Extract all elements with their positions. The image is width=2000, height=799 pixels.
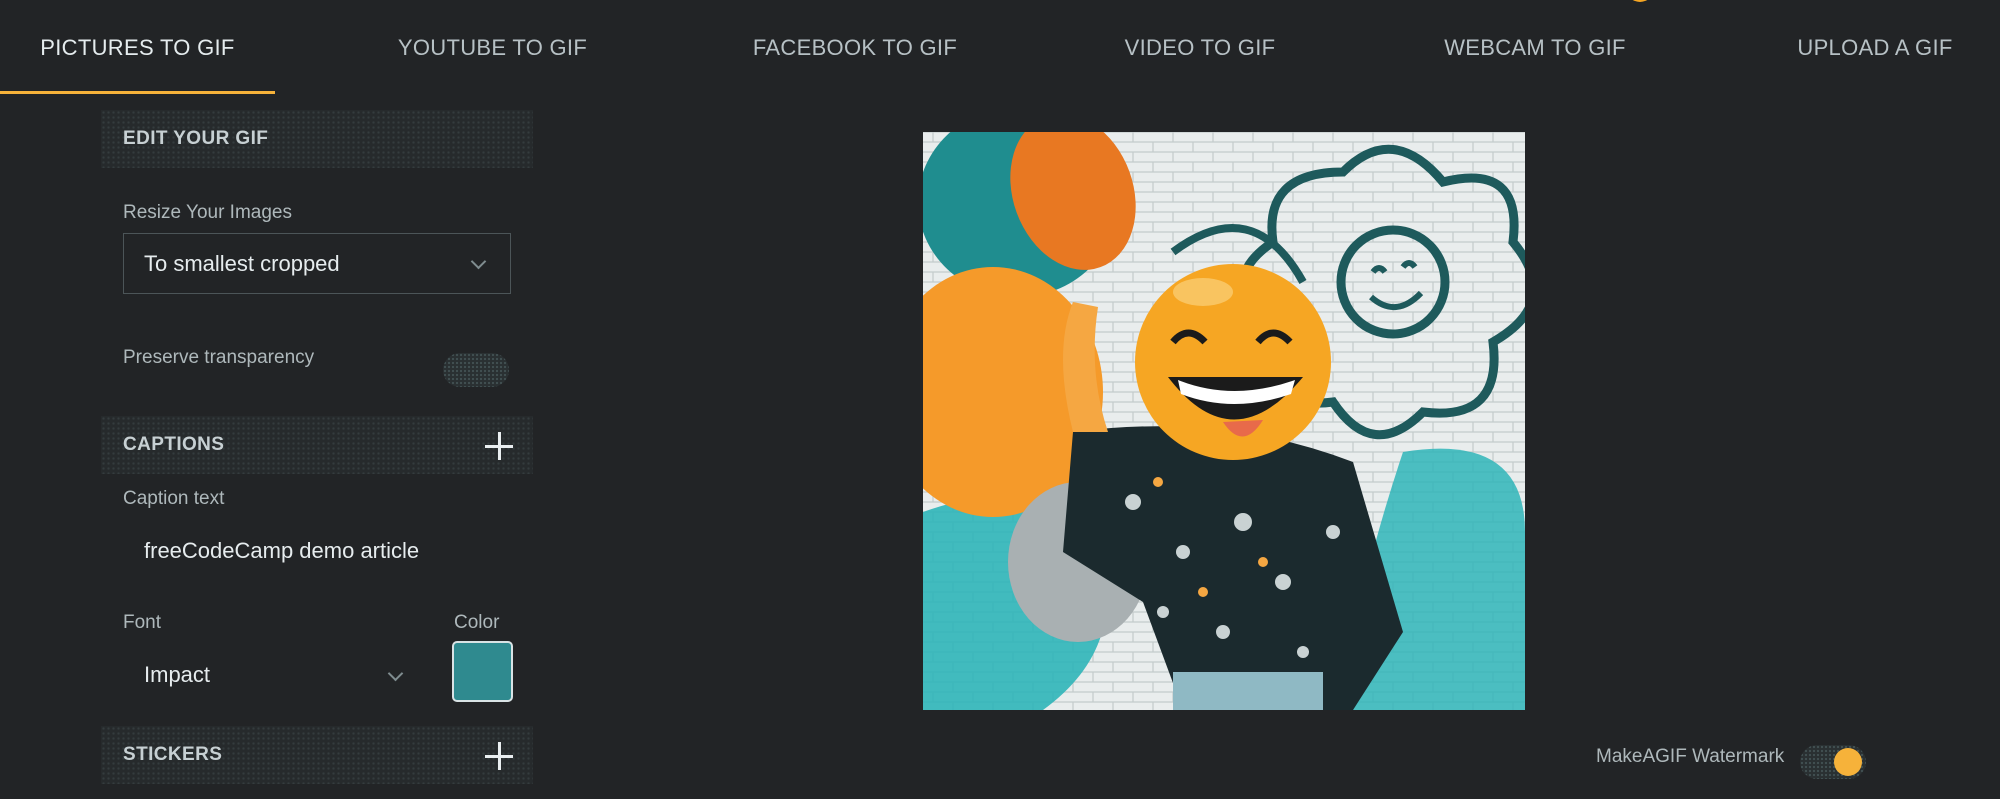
font-select[interactable]: Impact — [144, 662, 414, 692]
resize-select[interactable]: To smallest cropped — [123, 233, 511, 294]
gif-preview-image — [923, 132, 1525, 710]
watermark-toggle[interactable] — [1800, 745, 1866, 779]
stickers-header-label: STICKERS — [123, 744, 223, 765]
caption-text-label: Caption text — [123, 488, 225, 509]
watermark-label: MakeAGIF Watermark — [1596, 746, 1785, 767]
preserve-transparency-toggle[interactable] — [443, 353, 509, 387]
tab-pictures-to-gif[interactable]: PICTURES TO GIF — [0, 0, 275, 96]
resize-label: Resize Your Images — [123, 202, 292, 223]
preserve-transparency-label: Preserve transparency — [123, 347, 315, 368]
font-select-value: Impact — [144, 662, 211, 687]
caption-text-input[interactable]: freeCodeCamp demo article — [144, 538, 419, 564]
tab-youtube-to-gif[interactable]: YOUTUBE TO GIF — [380, 0, 605, 96]
active-tab-indicator — [0, 91, 275, 94]
tab-facebook-to-gif[interactable]: FACEBOOK TO GIF — [735, 0, 975, 96]
resize-select-value: To smallest cropped — [144, 250, 340, 276]
stickers-header: STICKERS — [101, 726, 533, 784]
plus-icon[interactable] — [485, 742, 513, 770]
edit-gif-header: EDIT YOUR GIF — [101, 110, 533, 168]
caption-color-swatch[interactable] — [452, 641, 513, 702]
chevron-down-icon — [387, 665, 404, 682]
toggle-knob — [1834, 748, 1862, 776]
plus-icon[interactable] — [485, 432, 513, 460]
tab-upload-a-gif[interactable]: UPLOAD A GIF — [1780, 0, 1970, 96]
color-label: Color — [454, 612, 500, 633]
tab-video-to-gif[interactable]: VIDEO TO GIF — [1110, 0, 1290, 96]
tab-bar: PICTURES TO GIF YOUTUBE TO GIF FACEBOOK … — [0, 0, 2000, 96]
edit-gif-header-label: EDIT YOUR GIF — [123, 128, 269, 149]
chevron-down-icon — [470, 253, 487, 270]
tab-webcam-to-gif[interactable]: WEBCAM TO GIF — [1430, 0, 1640, 96]
gif-editor-page: PICTURES TO GIF YOUTUBE TO GIF FACEBOOK … — [0, 0, 2000, 799]
font-label: Font — [123, 612, 162, 633]
captions-header: CAPTIONS — [101, 416, 533, 474]
captions-header-label: CAPTIONS — [123, 434, 225, 455]
preview-illustration — [923, 132, 1525, 710]
